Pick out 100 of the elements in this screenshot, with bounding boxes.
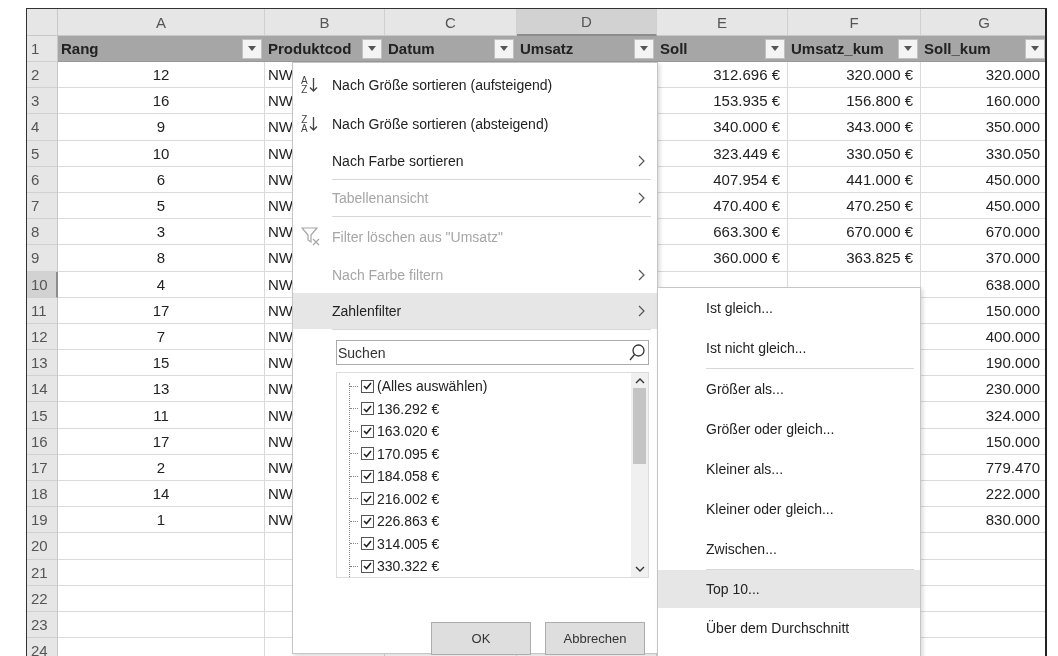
dropdown-arrow-icon bbox=[368, 46, 376, 51]
column-header[interactable]: B bbox=[265, 9, 385, 36]
checkbox[interactable] bbox=[361, 559, 374, 573]
table-cell: 1 bbox=[58, 507, 265, 534]
filter-dropdown-button[interactable] bbox=[898, 38, 918, 59]
dropdown-arrow-icon bbox=[248, 46, 256, 51]
table-cell: 320.000 € bbox=[788, 62, 921, 89]
filter-dropdown-button[interactable] bbox=[494, 38, 514, 59]
chevron-right-icon bbox=[638, 155, 645, 167]
row-header[interactable]: 14 bbox=[27, 376, 58, 403]
menu-item[interactable]: Größer als... bbox=[658, 369, 920, 409]
dropdown-arrow-icon bbox=[640, 46, 648, 51]
filter-dropdown-button[interactable] bbox=[765, 38, 785, 59]
table-cell: 156.800 € bbox=[788, 88, 921, 115]
row-header[interactable]: 7 bbox=[27, 192, 58, 220]
dialog-button[interactable]: OK bbox=[431, 622, 531, 655]
table-cell: 638.000 bbox=[921, 271, 1045, 298]
checkbox[interactable] bbox=[361, 379, 374, 393]
row-header[interactable]: 9 bbox=[27, 245, 58, 272]
checkbox[interactable] bbox=[361, 514, 374, 528]
table-cell: 15 bbox=[58, 350, 265, 377]
table-cell: 363.825 € bbox=[788, 245, 921, 272]
table-cell: 670.000 € bbox=[788, 219, 921, 246]
row-header[interactable]: 21 bbox=[27, 559, 58, 586]
filter-dropdown-button[interactable] bbox=[1025, 38, 1045, 59]
row-header[interactable]: 2 bbox=[27, 62, 58, 89]
scrollbar[interactable] bbox=[631, 373, 648, 577]
column-header[interactable]: F bbox=[788, 9, 921, 36]
row-header[interactable]: 18 bbox=[27, 481, 58, 508]
row-header[interactable]: 17 bbox=[27, 454, 58, 481]
row-header[interactable]: 12 bbox=[27, 323, 58, 351]
menu-item[interactable]: Kleiner oder gleich... bbox=[658, 489, 920, 529]
row-header[interactable]: 10 bbox=[27, 271, 58, 298]
menu-item[interactable]: Größer oder gleich... bbox=[658, 409, 920, 449]
row-header[interactable]: 24 bbox=[27, 638, 58, 656]
table-cell: 12 bbox=[58, 62, 265, 89]
table-cell: 670.000 bbox=[921, 219, 1045, 246]
search-icon bbox=[629, 344, 645, 361]
row-header[interactable]: 16 bbox=[27, 428, 58, 455]
dropdown-arrow-icon bbox=[904, 46, 912, 51]
row-header[interactable]: 8 bbox=[27, 219, 58, 246]
row-header[interactable]: 19 bbox=[27, 507, 58, 534]
column-header[interactable]: E bbox=[657, 9, 788, 36]
row-header[interactable]: 15 bbox=[27, 402, 58, 429]
column-header[interactable]: C bbox=[385, 9, 517, 36]
column-title: Datum bbox=[388, 40, 435, 57]
value-label[interactable]: 314.005 € bbox=[377, 535, 440, 552]
checkbox[interactable] bbox=[361, 537, 374, 551]
menu-item[interactable]: Ist gleich... bbox=[658, 288, 920, 328]
row-header[interactable]: 23 bbox=[27, 611, 58, 639]
table-cell: 330.050 € bbox=[788, 140, 921, 167]
filter-dropdown-button[interactable] bbox=[634, 38, 654, 59]
menu-item[interactable]: Ist nicht gleich... bbox=[658, 328, 920, 368]
table-cell: 470.250 € bbox=[788, 192, 921, 220]
column-title: Produktcod bbox=[268, 40, 352, 57]
chevron-right-icon bbox=[638, 305, 645, 317]
row-header[interactable]: 6 bbox=[27, 166, 58, 193]
menu-item[interactable]: Kleiner als... bbox=[658, 449, 920, 489]
row-header[interactable]: 3 bbox=[27, 88, 58, 115]
column-header[interactable]: A bbox=[58, 9, 265, 36]
table-cell: 5 bbox=[58, 192, 265, 220]
table-cell: 350.000 bbox=[921, 114, 1045, 141]
search-field[interactable]: Suchen bbox=[336, 340, 649, 365]
table-cell: 16 bbox=[58, 88, 265, 115]
checkbox[interactable] bbox=[361, 447, 374, 461]
filter-dropdown-button[interactable] bbox=[362, 38, 382, 59]
table-cell: 8 bbox=[58, 245, 265, 272]
table-cell: 4 bbox=[58, 271, 265, 298]
menu-item[interactable]: Zwischen... bbox=[658, 529, 920, 569]
table-cell: 7 bbox=[58, 323, 265, 351]
column-header[interactable]: G bbox=[921, 9, 1045, 36]
value-label[interactable]: 330.322 € bbox=[377, 558, 440, 575]
chevron-right-icon bbox=[638, 192, 645, 204]
checkbox[interactable] bbox=[361, 492, 374, 506]
row-header[interactable]: 4 bbox=[27, 114, 58, 141]
checkbox[interactable] bbox=[361, 424, 374, 438]
table-cell: 10 bbox=[58, 140, 265, 167]
checkbox[interactable] bbox=[361, 402, 374, 416]
column-title: Umsatz_kum bbox=[791, 40, 884, 57]
table-cell: 160.000 bbox=[921, 88, 1045, 115]
checkbox[interactable] bbox=[361, 469, 374, 483]
row-header[interactable]: 11 bbox=[27, 297, 58, 324]
column-title: Rang bbox=[61, 40, 99, 57]
row-header[interactable]: 5 bbox=[27, 140, 58, 167]
menu-item[interactable]: Top 10... bbox=[658, 570, 920, 608]
scroll-up-icon[interactable] bbox=[634, 377, 645, 384]
row-header[interactable]: 22 bbox=[27, 585, 58, 612]
column-header[interactable]: D bbox=[517, 9, 657, 36]
table-cell: 441.000 € bbox=[788, 166, 921, 193]
table-cell: 343.000 € bbox=[788, 114, 921, 141]
row-header[interactable]: 13 bbox=[27, 350, 58, 377]
dialog-button[interactable]: Abbrechen bbox=[545, 622, 645, 655]
menu-item[interactable]: Über dem Durchschnitt bbox=[658, 608, 920, 648]
row-header[interactable]: 1 bbox=[27, 36, 58, 62]
scroll-down-icon[interactable] bbox=[634, 566, 645, 573]
dropdown-arrow-icon bbox=[771, 46, 779, 51]
menu-item[interactable]: Zahlenfilter bbox=[293, 293, 657, 329]
row-header[interactable]: 20 bbox=[27, 533, 58, 560]
filter-dropdown-button[interactable] bbox=[242, 38, 262, 59]
table-cell: 13 bbox=[58, 376, 265, 403]
